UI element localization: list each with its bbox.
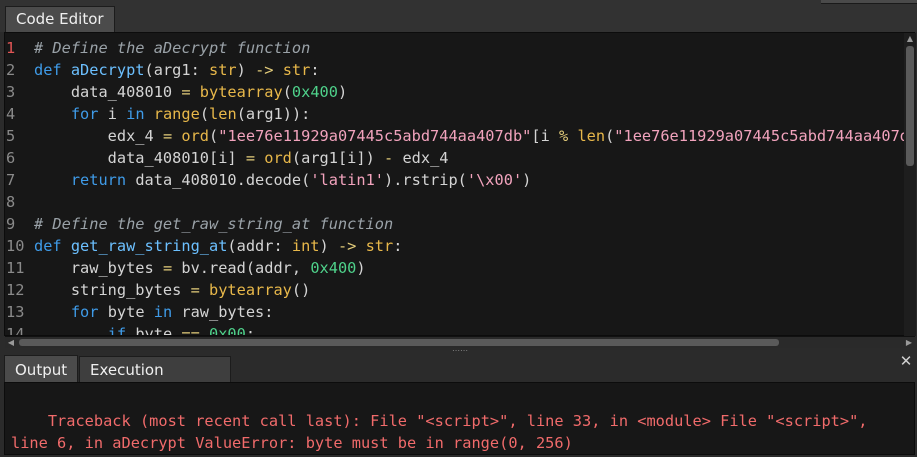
code-line[interactable]: 11 raw_bytes = bv.read(addr, 0x400) — [5, 257, 366, 279]
code-text: raw_bytes = bv.read(addr, 0x400) — [34, 259, 366, 277]
code-text: data_408010 = bytearray(0x400) — [34, 83, 348, 101]
output-console: Traceback (most recent call last): File … — [4, 382, 915, 455]
code-text: if byte == 0x00: — [107, 325, 256, 336]
tab-output[interactable]: Output — [4, 355, 78, 383]
code-line[interactable]: 14 if byte == 0x00: — [5, 323, 256, 336]
line-number: 7 — [6, 171, 16, 189]
code-line[interactable]: 8 — [5, 191, 34, 213]
code-text: for i in range(len(arg1)): — [70, 105, 311, 123]
arrow-up-icon[interactable]: ▲ — [904, 33, 916, 45]
tab-code-editor[interactable]: Code Editor — [5, 6, 115, 33]
vertical-scroll-thumb[interactable] — [906, 46, 914, 166]
tab-execution-details[interactable]: Execution Details — [79, 356, 231, 406]
code-line[interactable]: 12 string_bytes = bytearray() — [5, 279, 310, 301]
arrow-right-icon[interactable]: ▶ — [903, 337, 915, 348]
vertical-scrollbar[interactable]: ▲ — [904, 33, 916, 336]
code-text: # Define the aDecrypt function — [34, 39, 311, 57]
code-line[interactable]: 5 edx_4 = ord("1ee76e11929a07445c5abd744… — [5, 125, 915, 147]
code-text: return data_408010.decode('latin1').rstr… — [70, 171, 532, 189]
horizontal-scroll-thumb[interactable] — [19, 339, 779, 346]
code-text: # Define the get_raw_string_at function — [34, 215, 394, 233]
line-number: 10 — [6, 237, 25, 255]
code-line[interactable]: 4 for i in range(len(arg1)): — [5, 103, 310, 125]
code-text: def aDecrypt(arg1: str) -> str: — [34, 61, 320, 79]
code-line[interactable]: 10 def get_raw_string_at(addr: int) -> st… — [5, 235, 402, 257]
code-editor[interactable]: 1 # Define the aDecrypt function 2 def aDec… — [4, 32, 915, 336]
code-line[interactable]: 9 # Define the get_raw_string_at function — [5, 213, 393, 235]
drag-handle-icon[interactable]: ⋯⋯ — [452, 347, 468, 355]
code-text: edx_4 = ord("1ee76e11929a07445c5abd744aa… — [34, 127, 915, 145]
line-number: 6 — [6, 149, 16, 167]
code-line[interactable]: 13 for byte in raw_bytes: — [5, 301, 273, 323]
top-right-panel-edge — [821, 0, 917, 4]
code-line[interactable]: 3 data_408010 = bytearray(0x400) — [5, 81, 347, 103]
code-line[interactable]: 2 def aDecrypt(arg1: str) -> str: — [5, 59, 320, 81]
close-icon[interactable]: ✕ — [899, 353, 913, 369]
line-number: 2 — [6, 61, 16, 79]
line-number: 8 — [6, 193, 16, 211]
error-traceback: Traceback (most recent call last): File … — [11, 412, 877, 452]
code-text: def get_raw_string_at(addr: int) -> str: — [34, 237, 403, 255]
line-number: 11 — [6, 259, 25, 277]
code-line[interactable]: 7 return data_408010.decode('latin1').rs… — [5, 169, 531, 191]
line-number: 4 — [6, 105, 16, 123]
line-number: 5 — [6, 127, 16, 145]
line-number: 13 — [6, 303, 25, 321]
code-text: for byte in raw_bytes: — [70, 303, 274, 321]
code-editor-window: Code Editor 1 # Define the aDecrypt funct… — [0, 0, 917, 457]
top-tab-bar — [0, 0, 917, 32]
code-text: string_bytes = bytearray() — [34, 281, 311, 299]
line-number: 14 — [6, 325, 25, 336]
code-line[interactable]: 1 # Define the aDecrypt function — [5, 37, 310, 59]
line-number: 9 — [6, 215, 16, 233]
line-number: 12 — [6, 281, 25, 299]
arrow-left-icon[interactable]: ◀ — [5, 337, 17, 348]
line-number: 3 — [6, 83, 16, 101]
code-text: data_408010[i] = ord(arg1[i]) - edx_4 — [34, 149, 449, 167]
line-number: 1 — [6, 39, 16, 57]
code-line[interactable]: 6 data_408010[i] = ord(arg1[i]) - edx_4 — [5, 147, 449, 169]
